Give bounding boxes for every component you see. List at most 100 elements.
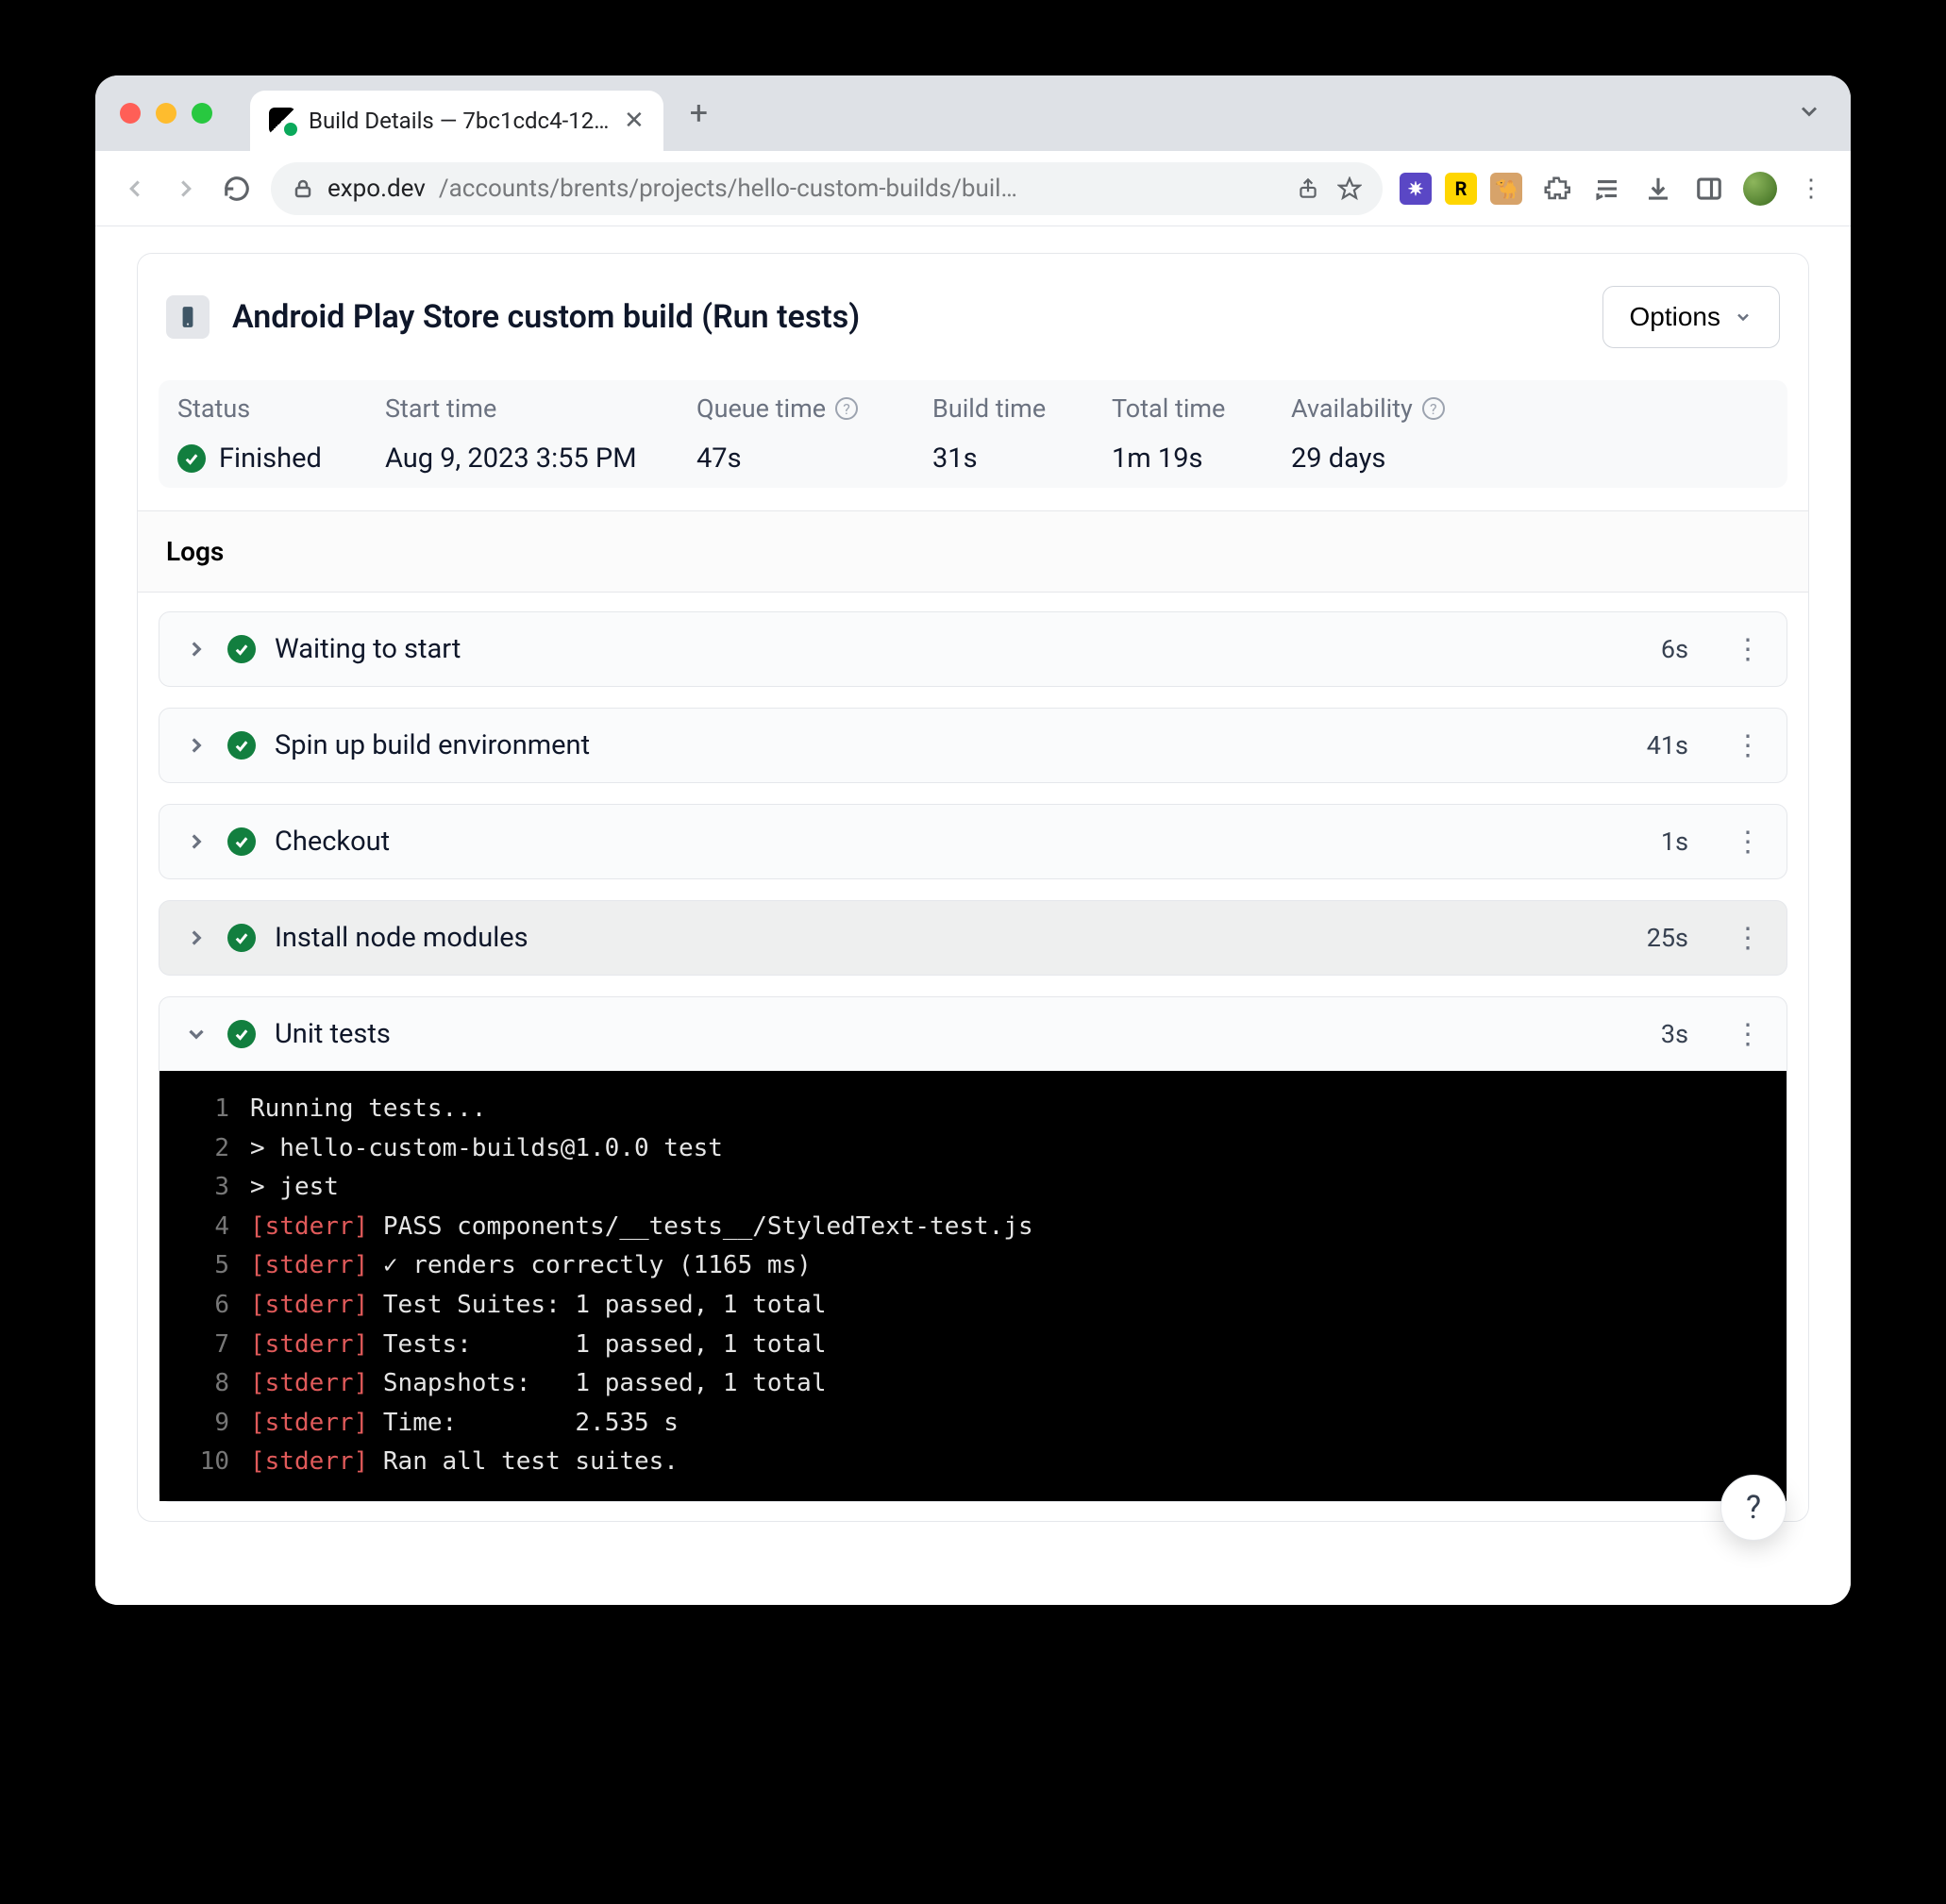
build-title: Android Play Store custom build (Run tes…: [232, 298, 860, 336]
line-number: 6: [192, 1286, 229, 1326]
value-status: Finished: [177, 443, 385, 475]
step-menu-button[interactable]: ⋮: [1734, 835, 1762, 849]
build-stats: Status Start time Queue time? Build time…: [159, 380, 1787, 488]
line-number: 10: [192, 1443, 229, 1482]
terminal-line: 5[stderr] ✓ renders correctly (1165 ms): [159, 1246, 1787, 1286]
terminal-line: 2 > hello-custom-builds@1.0.0 test: [159, 1129, 1787, 1169]
options-button[interactable]: Options: [1602, 286, 1781, 348]
side-panel-icon[interactable]: [1692, 172, 1726, 206]
step-duration: 1s: [1661, 827, 1688, 857]
line-text: [stderr] Snapshots: 1 passed, 1 total: [250, 1364, 827, 1404]
reload-button[interactable]: [220, 172, 254, 206]
line-number: 3: [192, 1168, 229, 1208]
step-menu-button[interactable]: ⋮: [1734, 643, 1762, 657]
line-text: [stderr] Test Suites: 1 passed, 1 total: [250, 1286, 827, 1326]
browser-toolbar: expo.dev /accounts/brents/projects/hello…: [95, 151, 1851, 226]
chevron-right-icon: [184, 926, 209, 950]
build-step: Checkout 1s ⋮: [159, 804, 1787, 879]
step-menu-button[interactable]: ⋮: [1734, 739, 1762, 753]
close-window-button[interactable]: [120, 103, 141, 124]
step-menu-button[interactable]: ⋮: [1734, 931, 1762, 945]
value-build: 31s: [932, 443, 1112, 475]
extensions-puzzle-icon[interactable]: [1539, 172, 1573, 206]
step-toggle[interactable]: Install node modules 25s ⋮: [159, 901, 1787, 975]
browser-window: Build Details — 7bc1cdc4-1275 ✕ + expo.d…: [95, 75, 1851, 1605]
terminal-line: 6 [stderr] Test Suites: 1 passed, 1 total: [159, 1286, 1787, 1326]
logs-heading: Logs: [138, 510, 1808, 592]
line-text: [stderr] ✓ renders correctly (1165 ms): [250, 1246, 812, 1286]
step-toggle[interactable]: Waiting to start6s⋮: [159, 612, 1787, 686]
close-tab-button[interactable]: ✕: [624, 107, 645, 135]
terminal-line: 9[stderr] Time: 2.535 s: [159, 1404, 1787, 1444]
terminal-line: 3 > jest: [159, 1168, 1787, 1208]
window-controls: [120, 103, 212, 124]
build-step: Waiting to start6s⋮: [159, 611, 1787, 687]
minimize-window-button[interactable]: [156, 103, 176, 124]
line-text: Running tests...: [250, 1090, 486, 1129]
browser-tab-strip: Build Details — 7bc1cdc4-1275 ✕ +: [95, 75, 1851, 151]
build-header: Android Play Store custom build (Run tes…: [138, 254, 1808, 380]
terminal-line: 10 [stderr] Ran all test suites.: [159, 1443, 1787, 1482]
build-step: Spin up build environment 41s ⋮: [159, 708, 1787, 783]
step-menu-button[interactable]: ⋮: [1734, 1027, 1762, 1042]
build-card: Android Play Store custom build (Run tes…: [137, 253, 1809, 1522]
extension-1[interactable]: ✷: [1400, 173, 1432, 205]
step-duration: 25s: [1647, 923, 1688, 953]
profile-avatar[interactable]: [1743, 172, 1777, 206]
tabs-overflow-button[interactable]: [1796, 98, 1822, 128]
value-start: Aug 9, 2023 3:55 PM: [385, 443, 696, 475]
android-icon: [166, 295, 210, 339]
terminal-output: 1 Running tests... 2 > hello-custom-builds@…: [159, 1071, 1787, 1501]
extension-camel[interactable]: 🐪: [1490, 173, 1522, 205]
line-number: 2: [192, 1129, 229, 1169]
help-button[interactable]: ?: [1720, 1475, 1787, 1541]
new-tab-button[interactable]: +: [690, 94, 708, 132]
step-toggle[interactable]: Unit tests 3s ⋮: [159, 997, 1787, 1071]
terminal-line: 4[stderr] PASS components/__tests__/Styl…: [159, 1208, 1787, 1247]
step-duration: 3s: [1661, 1019, 1688, 1049]
line-text: > hello-custom-builds@1.0.0 test: [250, 1129, 723, 1169]
share-icon[interactable]: [1296, 176, 1320, 201]
step-title: Spin up build environment: [275, 729, 590, 761]
label-build: Build time: [932, 393, 1112, 424]
label-queue: Queue time?: [696, 393, 932, 424]
success-check-icon: [227, 635, 256, 663]
success-check-icon: [227, 731, 256, 760]
tab-title: Build Details — 7bc1cdc4-1275: [309, 108, 611, 134]
step-toggle[interactable]: Spin up build environment 41s ⋮: [159, 709, 1787, 782]
info-icon[interactable]: ?: [835, 397, 858, 420]
downloads-icon[interactable]: [1641, 172, 1675, 206]
line-number: 7: [192, 1326, 229, 1365]
line-text: [stderr] Time: 2.535 s: [250, 1404, 679, 1444]
step-toggle[interactable]: Checkout 1s ⋮: [159, 805, 1787, 878]
browser-tab[interactable]: Build Details — 7bc1cdc4-1275 ✕: [250, 91, 663, 151]
line-text: > jest: [250, 1168, 339, 1208]
address-bar[interactable]: expo.dev /accounts/brents/projects/hello…: [271, 162, 1383, 215]
step-title: Install node modules: [275, 922, 528, 954]
chevron-down-icon: [184, 1022, 209, 1046]
value-avail: 29 days: [1291, 443, 1769, 475]
browser-menu-button[interactable]: ⋮: [1794, 172, 1828, 206]
chevron-right-icon: [184, 829, 209, 854]
step-duration: 41s: [1647, 730, 1688, 760]
url-domain: expo.dev: [327, 175, 426, 203]
label-status: Status: [177, 393, 385, 424]
forward-button[interactable]: [169, 172, 203, 206]
extension-r[interactable]: R: [1445, 173, 1477, 205]
bookmark-star-icon[interactable]: [1337, 176, 1362, 201]
zoom-window-button[interactable]: [192, 103, 212, 124]
label-start: Start time: [385, 393, 696, 424]
line-text: [stderr] Ran all test suites.: [250, 1443, 679, 1482]
chevron-right-icon: [184, 637, 209, 661]
build-step: Install node modules 25s ⋮: [159, 900, 1787, 976]
chevron-right-icon: [184, 733, 209, 758]
step-title: Checkout: [275, 826, 390, 858]
build-steps-list: Waiting to start6s⋮ Spin up build environ…: [138, 592, 1808, 1521]
success-check-icon: [227, 827, 256, 856]
info-icon[interactable]: ?: [1422, 397, 1445, 420]
line-number: 1: [192, 1090, 229, 1129]
reading-list-icon[interactable]: [1590, 172, 1624, 206]
terminal-line: 1 Running tests...: [159, 1090, 1787, 1129]
step-title: Unit tests: [275, 1018, 391, 1050]
back-button[interactable]: [118, 172, 152, 206]
